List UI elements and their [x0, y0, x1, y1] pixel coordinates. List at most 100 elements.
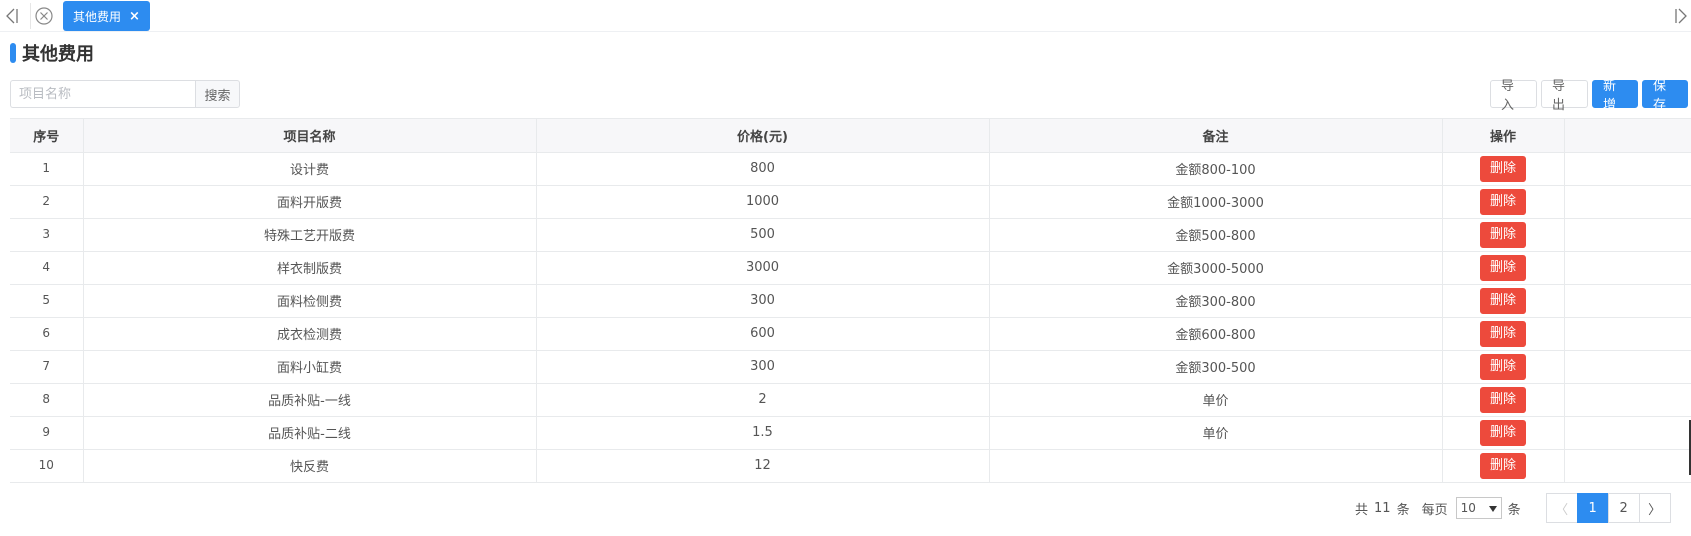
cell-action: 删除	[1442, 251, 1565, 285]
delete-button[interactable]: 删除	[1480, 452, 1526, 479]
per-page-label: 每页	[1421, 502, 1448, 518]
page-button-1[interactable]: 1	[1576, 493, 1609, 523]
cell-action: 删除	[1442, 152, 1565, 186]
page-buttons: 〈 1 2 〉	[1545, 493, 1671, 523]
delete-button[interactable]: 删除	[1480, 155, 1526, 182]
add-button[interactable]: 新增	[1592, 79, 1638, 113]
cell-note[interactable]: 单价	[989, 416, 1443, 450]
close-all-tabs-button[interactable]	[30, 3, 56, 29]
cell-price[interactable]: 500	[536, 218, 990, 252]
collapse-left-icon[interactable]	[4, 6, 20, 26]
cell-note[interactable]: 金额3000-5000	[989, 251, 1443, 285]
search-input[interactable]	[10, 80, 195, 108]
table-row: 4 样衣制版费 3000 金额3000-5000 删除	[10, 251, 1691, 285]
search-button[interactable]: 搜索	[195, 80, 240, 108]
cell-name[interactable]: 面料小缸费	[83, 350, 537, 384]
cell-seq: 9	[10, 416, 84, 450]
delete-button[interactable]: 删除	[1480, 353, 1526, 380]
toolbar: 导入 导出 新增 保存	[1490, 79, 1688, 113]
cell-spacer	[1564, 185, 1691, 219]
delete-button[interactable]: 删除	[1480, 188, 1526, 215]
cell-seq: 2	[10, 185, 84, 219]
cell-name[interactable]: 特殊工艺开版费	[83, 218, 537, 252]
save-button[interactable]: 保存	[1642, 79, 1688, 113]
cell-action: 删除	[1442, 383, 1565, 417]
cell-price[interactable]: 2	[536, 383, 990, 417]
cell-name[interactable]: 快反费	[83, 449, 537, 483]
table-row: 3 特殊工艺开版费 500 金额500-800 删除	[10, 218, 1691, 252]
tab-other-fees[interactable]: 其他费用 ×	[63, 1, 150, 31]
cell-name[interactable]: 面料开版费	[83, 185, 537, 219]
page-size-select[interactable]: 10	[1455, 497, 1502, 519]
total-count: 11	[1374, 500, 1391, 516]
delete-button[interactable]: 删除	[1480, 221, 1526, 248]
caret-down-icon	[1488, 501, 1497, 515]
cell-price[interactable]: 12	[536, 449, 990, 483]
export-button[interactable]: 导出	[1541, 79, 1588, 113]
cell-note[interactable]: 金额1000-3000	[989, 185, 1443, 219]
cell-note[interactable]: 金额500-800	[989, 218, 1443, 252]
cell-action: 删除	[1442, 185, 1565, 219]
delete-button[interactable]: 删除	[1480, 254, 1526, 281]
table-row: 7 面料小缸费 300 金额300-500 删除	[10, 350, 1691, 384]
delete-button[interactable]: 删除	[1480, 287, 1526, 314]
column-header-note: 备注	[989, 119, 1443, 153]
next-page-button[interactable]: 〉	[1638, 493, 1671, 523]
pagination: 共 11 条 每页 10 条 〈 1 2 〉	[1355, 493, 1671, 523]
delete-button[interactable]: 删除	[1480, 386, 1526, 413]
total-prefix: 共	[1355, 502, 1369, 518]
cell-action: 删除	[1442, 416, 1565, 450]
cell-name[interactable]: 面料检侧费	[83, 284, 537, 318]
page-button-2[interactable]: 2	[1607, 493, 1640, 523]
cell-seq: 5	[10, 284, 84, 318]
cell-name[interactable]: 品质补贴-二线	[83, 416, 537, 450]
delete-button[interactable]: 删除	[1480, 419, 1526, 446]
cell-price[interactable]: 1000	[536, 185, 990, 219]
column-header-action: 操作	[1442, 119, 1565, 153]
cell-seq: 8	[10, 383, 84, 417]
search-bar: 搜索	[10, 80, 240, 108]
table-row: 5 面料检侧费 300 金额300-800 删除	[10, 284, 1691, 318]
cell-name[interactable]: 品质补贴-一线	[83, 383, 537, 417]
cell-action: 删除	[1442, 350, 1565, 384]
cell-price[interactable]: 300	[536, 350, 990, 384]
title-accent-bar	[10, 43, 16, 63]
cell-price[interactable]: 1.5	[536, 416, 990, 450]
cell-price[interactable]: 600	[536, 317, 990, 351]
cell-note[interactable]: 金额300-800	[989, 284, 1443, 318]
import-button[interactable]: 导入	[1490, 79, 1537, 113]
column-header-spacer	[1564, 119, 1691, 153]
cell-note[interactable]: 单价	[989, 383, 1443, 417]
cell-seq: 6	[10, 317, 84, 351]
cell-spacer	[1564, 317, 1691, 351]
cell-spacer	[1564, 284, 1691, 318]
close-circle-icon	[31, 7, 57, 33]
table-row: 2 面料开版费 1000 金额1000-3000 删除	[10, 185, 1691, 219]
cell-note[interactable]: 金额600-800	[989, 317, 1443, 351]
cell-seq: 4	[10, 251, 84, 285]
collapse-right-icon[interactable]	[1673, 6, 1689, 26]
cell-action: 删除	[1442, 284, 1565, 318]
page-title-text: 其他费用	[22, 44, 94, 65]
cell-price[interactable]: 300	[536, 284, 990, 318]
cell-price[interactable]: 3000	[536, 251, 990, 285]
cell-spacer	[1564, 383, 1691, 417]
cell-seq: 10	[10, 449, 84, 483]
column-header-seq: 序号	[10, 119, 84, 153]
cell-price[interactable]: 800	[536, 152, 990, 186]
cell-name[interactable]: 设计费	[83, 152, 537, 186]
total-suffix: 条	[1396, 502, 1410, 518]
cell-name[interactable]: 成衣检测费	[83, 317, 537, 351]
page-title: 其他费用	[10, 42, 94, 65]
cell-note[interactable]	[989, 449, 1443, 483]
table-row: 8 品质补贴-一线 2 单价 删除	[10, 383, 1691, 417]
per-page-suffix: 条	[1507, 502, 1521, 518]
cell-spacer	[1564, 416, 1691, 450]
cell-note[interactable]: 金额800-100	[989, 152, 1443, 186]
delete-button[interactable]: 删除	[1480, 320, 1526, 347]
tab-close-icon[interactable]: ×	[129, 9, 140, 24]
cell-name[interactable]: 样衣制版费	[83, 251, 537, 285]
column-header-price: 价格(元)	[536, 119, 990, 153]
cell-note[interactable]: 金额300-500	[989, 350, 1443, 384]
prev-page-button[interactable]: 〈	[1545, 493, 1578, 523]
